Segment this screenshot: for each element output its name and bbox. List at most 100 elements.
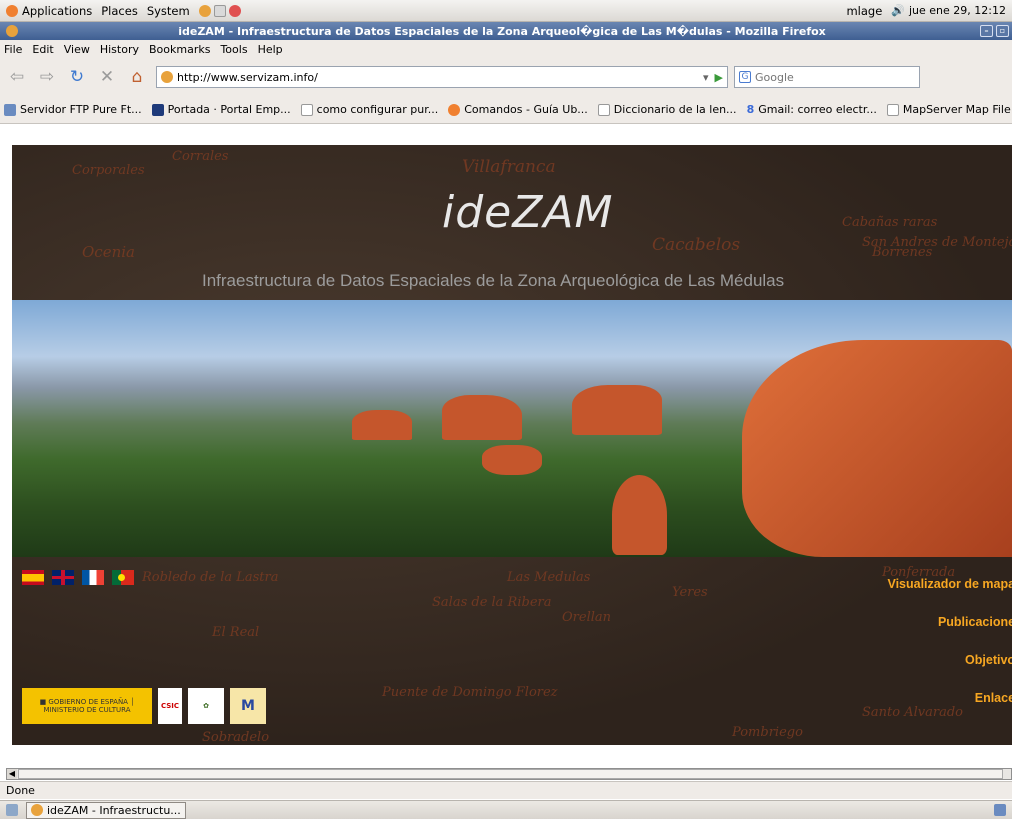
help-launcher-icon[interactable] (228, 4, 241, 17)
taskbar-window-button[interactable]: ideZAM - Infraestructu... (26, 801, 186, 819)
menu-edit[interactable]: Edit (32, 43, 53, 56)
scroll-left-icon[interactable]: ◀ (7, 769, 17, 779)
language-flags (22, 570, 142, 585)
link-visualizador-de-mapas[interactable]: Visualizador de mapas (887, 577, 1012, 591)
map-label: Salas de la Ribera (432, 595, 552, 610)
map-label: San Andres de Montejos (862, 235, 1012, 250)
uk-flag-icon[interactable] (52, 570, 74, 585)
portugal-flag-icon[interactable] (112, 570, 134, 585)
google-icon: 8 (746, 103, 755, 116)
minimize-icon[interactable]: – (980, 25, 993, 37)
search-bar[interactable]: G (734, 66, 920, 88)
rock-formation (442, 395, 522, 440)
search-input[interactable] (755, 70, 905, 84)
map-label: Santo Alvarado (862, 705, 963, 720)
map-label: Sobradelo (202, 730, 270, 745)
bookmark-item[interactable]: 8 Gmail: correo electr... (747, 103, 877, 116)
status-bar: Done (0, 781, 1012, 799)
firefox-task-icon (31, 804, 43, 816)
map-label: Ocenia (82, 243, 135, 261)
bookmark-item[interactable]: Diccionario de la len... (597, 103, 737, 116)
show-desktop-icon[interactable] (6, 804, 18, 816)
map-label: Villafranca (462, 157, 556, 177)
link-objetivos[interactable]: Objetivos (887, 653, 1012, 667)
gobierno-de-espana-logo[interactable]: ■ GOBIERNO DE ESPAÑA │ MINISTERIO DE CUL… (22, 688, 152, 724)
spain-flag-icon[interactable] (22, 570, 44, 585)
firefox-launcher-icon[interactable] (198, 4, 211, 17)
map-label: Corporales (72, 163, 145, 178)
las-medulas-panorama (12, 300, 1012, 557)
map-label: Yeres (672, 585, 708, 600)
bookmark-item[interactable]: Servidor FTP Pure Ft... (4, 103, 142, 116)
scrollbar-thumb[interactable] (18, 769, 1003, 779)
menu-history[interactable]: History (100, 43, 139, 56)
bookmark-item[interactable]: MapServer Map File ... (886, 103, 1012, 116)
link-publicaciones[interactable]: Publicaciones (887, 615, 1012, 629)
panel-menu-system[interactable]: System (147, 4, 190, 18)
csic-logo[interactable]: CSIC (158, 688, 182, 724)
site-logo: ideZAM (442, 187, 614, 238)
link-enlaces[interactable]: Enlaces (887, 691, 1012, 705)
map-label: El Real (212, 625, 260, 640)
map-label: Orellan (562, 610, 612, 625)
rock-formation (482, 445, 542, 475)
maximize-icon[interactable]: ▫ (996, 25, 1009, 37)
reload-icon[interactable]: ↻ (64, 65, 90, 89)
url-dropdown-icon[interactable]: ▾ (703, 71, 709, 84)
map-label: Pombriego (732, 725, 803, 740)
portal-favicon-icon (151, 103, 164, 116)
bookmarks-toolbar: Servidor FTP Pure Ft... Portada · Portal… (0, 96, 1012, 124)
site-subtitle: Infraestructura de Datos Espaciales de l… (202, 271, 785, 290)
historic-map-background: Corporales Corrales Villafranca Cacabelo… (12, 145, 1012, 745)
map-label: Cacabelos (652, 235, 741, 255)
page-content: Corporales Corrales Villafranca Cacabelo… (0, 125, 1012, 767)
france-flag-icon[interactable] (82, 570, 104, 585)
panel-clock[interactable]: jue ene 29, 12:12 (909, 4, 1006, 17)
horizontal-scrollbar[interactable]: ◀ (6, 768, 1012, 780)
gnome-foot-icon[interactable] (6, 4, 18, 17)
map-label: Robledo de la Lastra (142, 570, 279, 585)
menu-bookmarks[interactable]: Bookmarks (149, 43, 210, 56)
panel-username[interactable]: mlage (846, 4, 882, 18)
map-label: Las Medulas (507, 570, 591, 585)
menu-tools[interactable]: Tools (220, 43, 247, 56)
navigation-toolbar: ⇦ ⇨ ↻ ✕ ⌂ ▾ ▶ G (0, 58, 1012, 96)
firefox-window-icon[interactable] (6, 25, 18, 37)
map-label: Puente de Domingo Florez (382, 685, 558, 700)
site-favicon-icon (161, 71, 173, 83)
bookmark-item[interactable]: Portada · Portal Emp... (151, 103, 291, 116)
main-navigation: Visualizador de mapas Publicaciones Obje… (887, 577, 1012, 705)
window-title: ideZAM - Infraestructura de Datos Espaci… (178, 24, 826, 38)
bookmark-item[interactable]: como configurar pur... (300, 103, 438, 116)
gnome-bottom-panel: ideZAM - Infraestructu... (0, 800, 1012, 819)
medulas-logo[interactable]: M (230, 688, 266, 724)
menu-view[interactable]: View (64, 43, 90, 56)
email-launcher-icon[interactable] (213, 4, 226, 17)
rock-formation (572, 385, 662, 435)
rock-formation (352, 410, 412, 440)
ubuntu-icon (448, 103, 461, 116)
back-arrow-icon[interactable]: ⇦ (4, 65, 30, 89)
forward-arrow-icon[interactable]: ⇨ (34, 65, 60, 89)
panel-menu-applications[interactable]: Applications (22, 4, 92, 18)
workspace-switcher-icon[interactable] (994, 804, 1006, 816)
go-arrow-icon[interactable]: ▶ (715, 71, 723, 84)
institute-logo[interactable]: ✿ (188, 688, 224, 724)
gnome-top-panel: Applications Places System mlage 🔊 jue e… (0, 0, 1012, 22)
url-bar[interactable]: ▾ ▶ (156, 66, 728, 88)
home-icon[interactable]: ⌂ (124, 65, 150, 89)
menu-help[interactable]: Help (258, 43, 283, 56)
volume-icon[interactable]: 🔊 (891, 4, 905, 17)
partner-logos: ■ GOBIERNO DE ESPAÑA │ MINISTERIO DE CUL… (22, 688, 266, 724)
bookmark-item[interactable]: Comandos - Guía Ub... (448, 103, 588, 116)
search-engine-icon[interactable]: G (739, 71, 751, 83)
page-icon (597, 103, 610, 116)
ftp-icon (4, 103, 16, 116)
menu-file[interactable]: File (4, 43, 22, 56)
page-icon (886, 103, 899, 116)
url-input[interactable] (177, 70, 703, 84)
page-icon (300, 103, 313, 116)
panel-menu-places[interactable]: Places (101, 4, 138, 18)
stop-icon[interactable]: ✕ (94, 65, 120, 89)
rock-formation (612, 475, 667, 555)
